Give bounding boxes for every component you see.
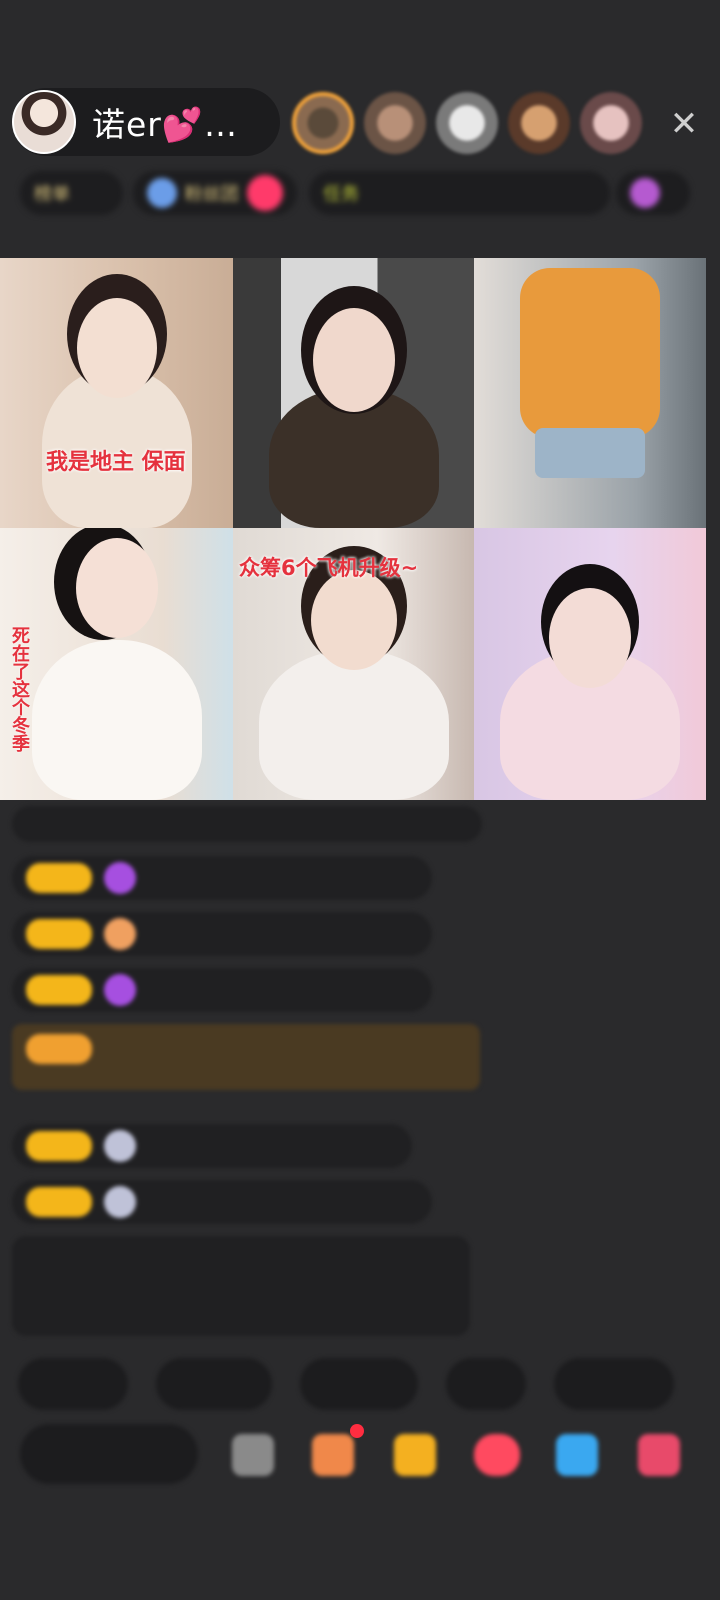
chat-message (12, 1180, 432, 1224)
viewer-avatar[interactable] (292, 92, 354, 154)
top-viewers (292, 92, 642, 154)
quick-reply-button[interactable] (446, 1358, 526, 1410)
rank-tag-label: 榜单 (34, 184, 70, 205)
rank-tag[interactable]: 榜单 (20, 171, 123, 215)
chat-message (12, 912, 432, 956)
quick-reply-button[interactable] (156, 1358, 272, 1410)
host-name: 诺er💕… (92, 105, 238, 144)
medal-icon (104, 918, 136, 950)
fans-tag-label: 粉丝团 (184, 184, 239, 205)
fans-icon (146, 178, 177, 208)
event-tag[interactable] (616, 171, 690, 215)
system-notice (12, 1236, 470, 1336)
viewer-avatar[interactable] (436, 92, 498, 154)
video-cell-5[interactable]: 众筹6个飞机升级~ (233, 528, 474, 800)
gem-icon (104, 862, 136, 894)
avatar (104, 1186, 136, 1218)
close-icon[interactable]: ✕ (664, 104, 704, 144)
guest-overlay-text: 众筹6个飞机升级~ (239, 556, 419, 580)
notification-dot (350, 1424, 364, 1438)
rose-icon[interactable] (474, 1434, 520, 1476)
quick-reply-row (18, 1358, 674, 1410)
gift-icon[interactable] (312, 1434, 354, 1476)
chat-message (12, 1124, 412, 1168)
video-cell-1[interactable]: 我是地主 保面 (0, 258, 233, 528)
fans-tag[interactable]: 粉丝团 (132, 171, 298, 215)
viewer-avatar[interactable] (364, 92, 426, 154)
level-badge (26, 975, 92, 1005)
viewer-avatar[interactable] (508, 92, 570, 154)
video-cell-6[interactable] (474, 528, 706, 800)
chat-message (12, 856, 432, 900)
avatar (104, 1130, 136, 1162)
heart-icon (246, 175, 283, 211)
more-icon[interactable] (638, 1434, 680, 1476)
quick-reply-button[interactable] (554, 1358, 674, 1410)
quick-reply-button[interactable] (300, 1358, 418, 1410)
level-badge (26, 863, 92, 893)
video-cell-2[interactable] (233, 258, 474, 528)
gem-icon (104, 974, 136, 1006)
chat-message-highlight (12, 1024, 480, 1090)
quick-reply-button[interactable] (18, 1358, 128, 1410)
chat-message (12, 968, 432, 1012)
chat-message (12, 806, 482, 842)
task-tag[interactable]: 任务 (309, 171, 611, 215)
host-info-pill[interactable]: 诺er💕… (12, 88, 280, 156)
video-cell-3[interactable] (474, 258, 706, 528)
level-badge (26, 919, 92, 949)
event-icon (630, 178, 661, 208)
guest-overlay-text: 我是地主 保面 (46, 450, 186, 475)
bottom-toolbar (20, 1424, 720, 1484)
tags-row: 榜单 粉丝团 任务 (20, 170, 690, 216)
viewer-avatar[interactable] (580, 92, 642, 154)
treasure-icon[interactable] (394, 1434, 436, 1476)
video-cell-4[interactable]: 死在了这个冬季 (0, 528, 233, 800)
host-avatar[interactable] (12, 90, 76, 154)
link-icon[interactable] (232, 1434, 274, 1476)
multi-guest-video-grid: 我是地主 保面 死在了这个冬季 众筹6个飞机升级~ (0, 258, 706, 800)
comment-input[interactable] (20, 1424, 198, 1484)
guest-overlay-text: 死在了这个冬季 (9, 626, 30, 752)
level-badge (26, 1131, 92, 1161)
level-badge (26, 1034, 92, 1064)
task-tag-label: 任务 (323, 184, 360, 205)
level-badge (26, 1187, 92, 1217)
share-icon[interactable] (556, 1434, 598, 1476)
